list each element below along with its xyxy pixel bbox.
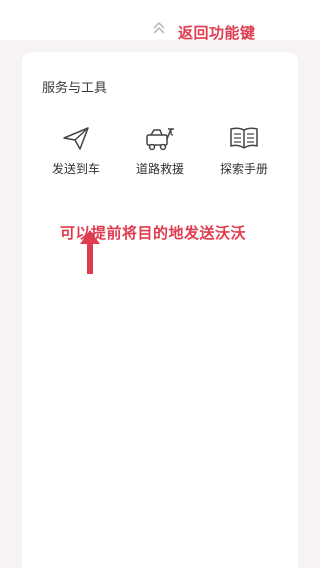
explore-manual-label: 探索手册 xyxy=(219,162,268,176)
back-key-annotation: 返回功能键 xyxy=(178,24,256,42)
road-rescue-button[interactable]: 道路救援 xyxy=(125,122,195,182)
open-book-icon xyxy=(230,127,258,149)
double-chevron-up-icon[interactable] xyxy=(150,20,168,36)
paper-plane-icon xyxy=(63,127,89,150)
road-rescue-label: 道路救援 xyxy=(135,162,184,176)
send-to-car-label: 发送到车 xyxy=(51,162,100,176)
services-card: 服务与工具 发送到车 道路救援 探索手册 可以提前将目的地发送沃沃 xyxy=(22,52,298,568)
send-destination-annotation: 可以提前将目的地发送沃沃 xyxy=(60,224,247,242)
explore-manual-button[interactable]: 探索手册 xyxy=(209,122,279,182)
services-section-title: 服务与工具 xyxy=(42,81,108,96)
send-to-car-button[interactable]: 发送到车 xyxy=(41,122,111,182)
tow-truck-icon xyxy=(146,128,174,151)
